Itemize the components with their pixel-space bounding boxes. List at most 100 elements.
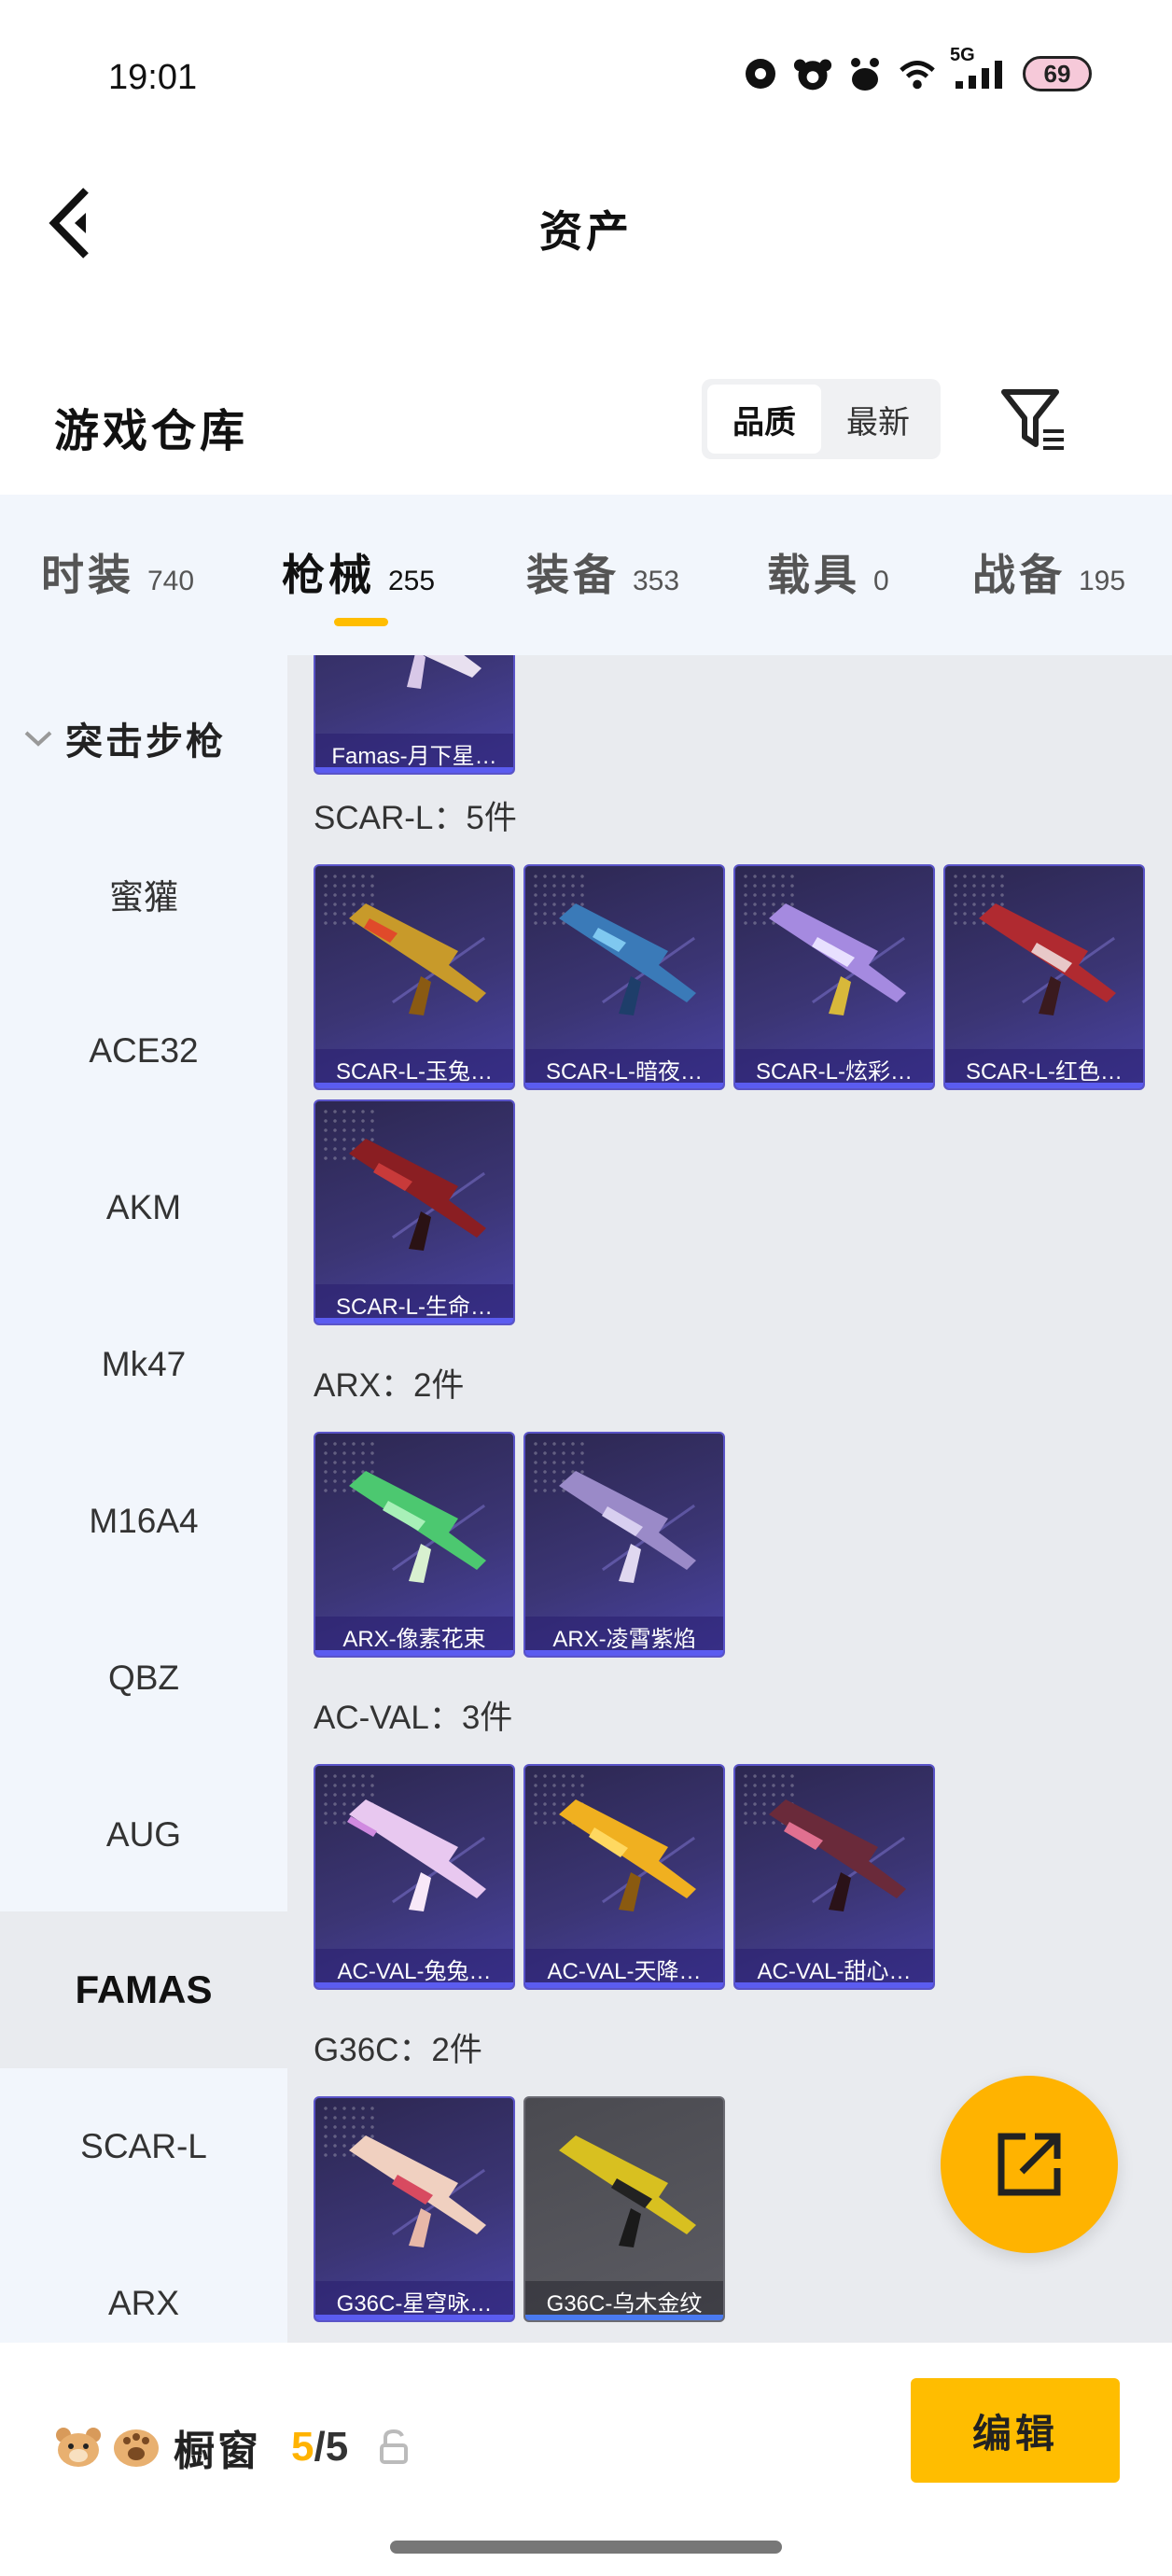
battery-indicator: 69 [1023,56,1092,91]
tab-count: 740 [147,566,195,596]
active-tab-indicator [334,618,388,626]
skin-card[interactable]: AC-VAL-天降… [523,1764,725,1990]
tab-count: 0 [873,566,889,596]
tab-label: 装备 [526,551,620,599]
tab-count: 353 [633,566,680,596]
sidebar-item-scar-l[interactable]: SCAR-L [0,2068,287,2225]
tab-label: 战备 [972,551,1066,599]
skin-card[interactable]: ARX-凌霄紫焰 [523,1432,725,1658]
skin-card[interactable]: G36C-乌木金纹 [523,2096,725,2322]
rarity-bar [315,1083,513,1088]
bottom-bar: 橱窗 5/5 编辑 [0,2343,1172,2576]
edit-button[interactable]: 编辑 [911,2378,1120,2483]
rarity-bar [315,1650,513,1656]
sidebar-item-ace32[interactable]: ACE32 [0,973,287,1129]
rarity-bar [735,1982,933,1988]
bear-face-icon [56,2428,101,2467]
group-label: G36C：2件 [314,2032,482,2068]
filter-button[interactable] [1000,386,1067,454]
share-button[interactable] [941,2076,1118,2253]
filter-icon [1001,389,1064,450]
rifle-icon [559,2135,696,2247]
network-type: 5G [950,45,975,65]
sidebar-item-m16a4[interactable]: M16A4 [0,1443,287,1600]
paw-icon [845,54,885,93]
sidebar-item-qbz[interactable]: QBZ [0,1600,287,1757]
skin-card[interactable]: SCAR-L-生命… [314,1099,515,1325]
sidebar-group-header[interactable]: 突击步枪 [22,711,226,765]
bear-icon [793,54,832,93]
showcase-count: 5/5 [291,2424,348,2471]
tab-count: 195 [1079,566,1126,596]
group-label: ARX：2件 [314,1367,465,1404]
rarity-bar [525,1083,723,1088]
tab-count: 255 [388,566,436,596]
share-icon [998,2133,1061,2196]
unlock-icon[interactable] [378,2429,410,2466]
tab-supplies[interactable]: 战备 195 [972,541,1125,603]
rifle-icon [559,1799,696,1911]
tab-equipment[interactable]: 装备 353 [526,541,679,603]
page-title: 资产 [539,207,633,256]
header: 资产 [0,140,1172,299]
sidebar-item-akm[interactable]: AKM [0,1129,287,1286]
rifle-icon [349,903,486,1015]
skin-card[interactable]: SCAR-L-红色… [943,864,1145,1090]
skin-card[interactable]: SCAR-L-暗夜… [523,864,725,1090]
showcase-label: 橱窗 [174,2429,261,2474]
rifle-icon [349,1471,486,1583]
skin-card[interactable]: Famas-月下星… [314,655,515,775]
rarity-bar [945,1083,1143,1088]
rifle-icon [559,903,696,1015]
skin-card[interactable]: ARX-像素花束 [314,1432,515,1658]
weapon-sidebar: 突击步枪 蜜獾 ACE32 AKM Mk47 M16A4 QBZ AUG FAM… [0,655,287,2343]
status-icons: 5G 69 [741,45,1092,93]
sidebar-item-famas[interactable]: FAMAS [0,1911,287,2068]
chevron-down-icon [24,731,52,747]
rarity-bar [315,2315,513,2320]
wifi-icon [898,54,937,93]
tab-fashion[interactable]: 时装 740 [41,541,194,603]
rifle-icon [347,1799,486,1911]
skin-card[interactable]: SCAR-L-玉兔… [314,864,515,1090]
sort-quality-button[interactable]: 品质 [707,385,821,454]
showcase-count-total: /5 [314,2424,349,2470]
category-tabs: 时装 740 枪械 255 装备 353 载具 0 战备 195 [0,495,1172,655]
tab-guns[interactable]: 枪械 255 [282,541,435,603]
tab-label: 载具 [767,551,860,599]
rarity-bar [315,1982,513,1988]
sort-newest-button[interactable]: 最新 [821,385,935,454]
sidebar-item-mk47[interactable]: Mk47 [0,1286,287,1443]
skin-card[interactable]: G36C-星穹咏… [314,2096,515,2322]
rifle-icon [349,2135,486,2247]
skin-card[interactable]: AC-VAL-甜心… [733,1764,935,1990]
rarity-bar [525,1982,723,1988]
home-indicator [390,2541,782,2554]
status-bar: 19:01 5G 69 [0,0,1172,140]
rarity-bar [525,1650,723,1656]
rarity-bar [735,1083,933,1088]
rifle-icon [349,1139,486,1251]
rifle-icon [769,903,906,1015]
sidebar-item-honey-badger[interactable]: 蜜獾 [0,816,287,973]
showcase-count-current: 5 [291,2424,314,2470]
sidebar-item-arx[interactable]: ARX [0,2225,287,2343]
group-label: SCAR-L：5件 [314,800,517,836]
skin-card[interactable]: AC-VAL-兔兔… [314,1764,515,1990]
showcase-info: 橱窗 5/5 [54,2417,410,2477]
warehouse-header: 游戏仓库 品质 最新 [0,345,1172,495]
sidebar-item-aug[interactable]: AUG [0,1757,287,1913]
flower-icon [741,54,780,93]
group-label: AC-VAL：3件 [314,1700,513,1736]
rarity-bar [315,767,513,773]
tab-label: 时装 [41,551,134,599]
signal-icon: 5G [950,45,1010,93]
rifle-icon [769,1799,906,1911]
skin-card[interactable]: SCAR-L-炫彩… [733,864,935,1090]
paw-badge-icon [114,2429,159,2467]
rifle-icon [979,903,1116,1015]
status-time: 19:01 [108,58,198,97]
tab-vehicles[interactable]: 载具 0 [767,541,889,603]
rifle-icon [407,655,481,689]
warehouse-title: 游戏仓库 [54,407,249,456]
